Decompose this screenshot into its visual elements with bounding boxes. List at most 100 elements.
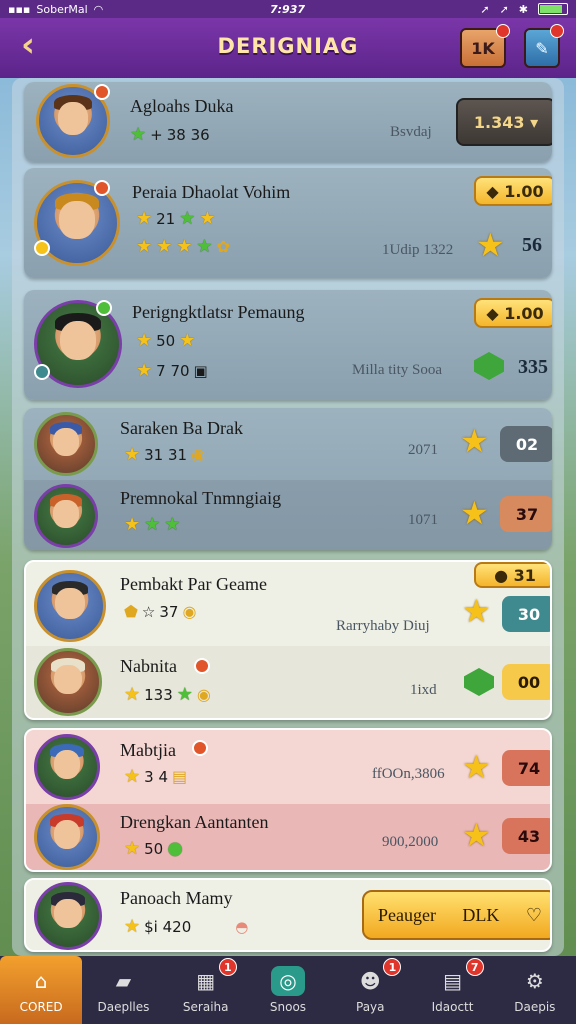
battery-icon [538,3,568,15]
table-row[interactable]: Mabtjia ★ 3 4 ▤ ffOOn,3806 ★ 74 [26,730,550,804]
nav-item-chest[interactable]: ▦ Seraiha 1 [165,956,247,1024]
table-row[interactable]: Pembakt Par Geame ⬟ ☆ 37 ◉ Rarryhaby Diuj ●… [26,562,550,646]
list-item[interactable]: Saraken Ba Drak ★ 31 31 ◉ 2071 ★ 02 Premno… [24,408,552,550]
row-label: 1ixd [410,682,437,698]
box-icon: ▣ [193,361,208,380]
star-icon: ★ [462,816,491,854]
pencil-icon: ✎ [535,38,549,58]
rank-dot [94,180,110,196]
heart-icon: ♡ [525,904,542,925]
nav-item-inbox[interactable]: ▤ Idaoctt 7 [411,956,493,1024]
rank-dot [34,240,50,256]
player-name: Perigngktlatsr Pemaung [132,302,305,322]
wifi-icon: ◠ [93,2,104,16]
location-icon: ➚ [480,2,490,16]
face-icon: ☻ [359,969,381,993]
player-stats: ★ 31 31 ◉ [124,444,206,465]
card-icon: ▰ [115,969,132,993]
player-stats: ★ 21 ★ ★ [136,208,216,229]
table-row[interactable]: Drengkan Aantanten ★ 50 ● 900,2000 ★ 43 [26,804,550,870]
rank-dot [94,84,110,100]
avatar [34,804,100,870]
profile-badge-button[interactable]: 1K [460,24,510,68]
row-label: Bsvdaj [390,124,432,140]
row-label: 1071 [408,512,438,528]
row-value: 74 [502,750,550,786]
chest-icon: ▦ [196,969,216,993]
row-value: 30 [502,596,550,632]
box-icon: ▤ [443,969,462,993]
gear-icon: ⚙ [525,969,544,993]
clock: 7:937 [270,2,306,16]
nav-badge: 1 [218,958,237,976]
star-icon: ★ [130,124,147,145]
nav-badge: 7 [465,958,484,976]
star-icon: ★ [462,748,491,786]
player-stats: ★ 50 ● [124,838,183,859]
avatar [34,734,100,800]
star-rating: ★ ★ ★ [124,514,181,535]
list-item[interactable]: Peraia Dhaolat Vohim ★ 21 ★ ★ ★ ★ ★ ★ ✿ 1Udi… [24,168,552,278]
reward-pill[interactable]: ◆ 1.00 [474,176,552,206]
player-stats: ★ + 38 36 [130,124,210,145]
row-label: ffOOn,3806 [372,766,445,782]
row-label: 900,2000 [382,834,439,850]
list-item[interactable]: Mabtjia ★ 3 4 ▤ ffOOn,3806 ★ 74 Drengkan A… [24,728,552,872]
row-label: 2071 [408,442,438,458]
signal-icon: ▪▪▪ [8,2,31,16]
reward-pill[interactable]: ● 31 [474,562,550,588]
player-name: Pembakt Par Geame [120,574,267,594]
price-button[interactable]: 1.343 ▾ [456,98,552,146]
table-row[interactable]: Saraken Ba Drak ★ 31 31 ◉ 2071 ★ 02 [24,408,552,480]
list-item[interactable]: Perigngktlatsr Pemaung ★ 50 ★ ★ 7 70 ▣ Mill… [24,290,552,400]
list-item[interactable]: Pembakt Par Geame ⬟ ☆ 37 ◉ Rarryhaby Diuj ●… [24,560,552,720]
gem-icon: ◆ [486,303,499,323]
row-value: 02 [500,426,552,462]
table-row[interactable]: Nabnita ★ 133 ★ ◉ 1ixd 00 [26,646,550,718]
gem-icon: ◆ [486,181,499,201]
edit-button[interactable]: ✎ [524,24,564,68]
table-row[interactable]: Premnokal Tnmngiaig ★ ★ ★ 1071 ★ 37 [24,480,552,550]
badge-label: 1K [471,38,495,58]
row-label: Milla tity Sooa [352,362,442,378]
list-item[interactable]: Panoach Mamy ★ $i 420 ◓ Peauger DLK ♡ [24,878,552,952]
star-icon: ★ [476,226,505,264]
player-list: Agloahs Duka ★ + 38 36 Bsvdaj 1.343 ▾ Pe… [12,78,564,956]
list-item[interactable]: Agloahs Duka ★ + 38 36 Bsvdaj 1.343 ▾ [24,82,552,162]
gem-icon [464,668,494,696]
navigation-icon: ➚ [499,2,509,16]
carrier-label: SoberMal [36,2,88,16]
nav-item-settings[interactable]: ⚙ Daepis [494,956,576,1024]
action-button[interactable]: Peauger DLK ♡ [362,890,550,940]
player-stats: ⬟ ☆ 37 ◉ [124,602,197,621]
nav-item-shop[interactable]: ◎ Snoos [247,956,329,1024]
rank-dot [34,364,50,380]
player-name: Nabnita [120,656,177,676]
bottom-nav: ⌂ CORED ▰ Daeplles ▦ Seraiha 1 ◎ Snoos ☻… [0,956,576,1024]
star-icon: ★ [460,422,489,460]
avatar [34,882,102,950]
player-stats: ★ 133 ★ ◉ [124,684,211,705]
alert-dot [192,740,208,756]
bluetooth-icon: ✱ [518,2,528,16]
reward-pill[interactable]: ◆ 1.00 [474,298,552,328]
nav-item-cards[interactable]: ▰ Daeplles [82,956,164,1024]
star-rating: ★ ★ ★ ★ ✿ [136,236,230,257]
plus-icon: + [150,125,163,144]
player-stats: ★ $i 420 ◓ [124,916,249,937]
star-icon: ★ [460,494,489,532]
star-icon: ★ [462,592,491,630]
nav-badge: 1 [383,958,402,976]
player-name: Peraia Dhaolat Vohim [132,182,291,202]
row-value: 43 [502,818,550,854]
player-stats: ★ 50 ★ [136,330,196,351]
player-name: Panoach Mamy [120,888,233,908]
nav-item-play[interactable]: ☻ Paya 1 [329,956,411,1024]
notification-dot [550,24,564,38]
nav-item-home[interactable]: ⌂ CORED [0,956,83,1024]
player-name: Drengkan Aantanten [120,812,269,832]
avatar [34,570,106,642]
player-stats: ★ 7 70 ▣ [136,360,208,381]
row-value: 00 [502,664,550,700]
player-name: Saraken Ba Drak [120,418,243,438]
